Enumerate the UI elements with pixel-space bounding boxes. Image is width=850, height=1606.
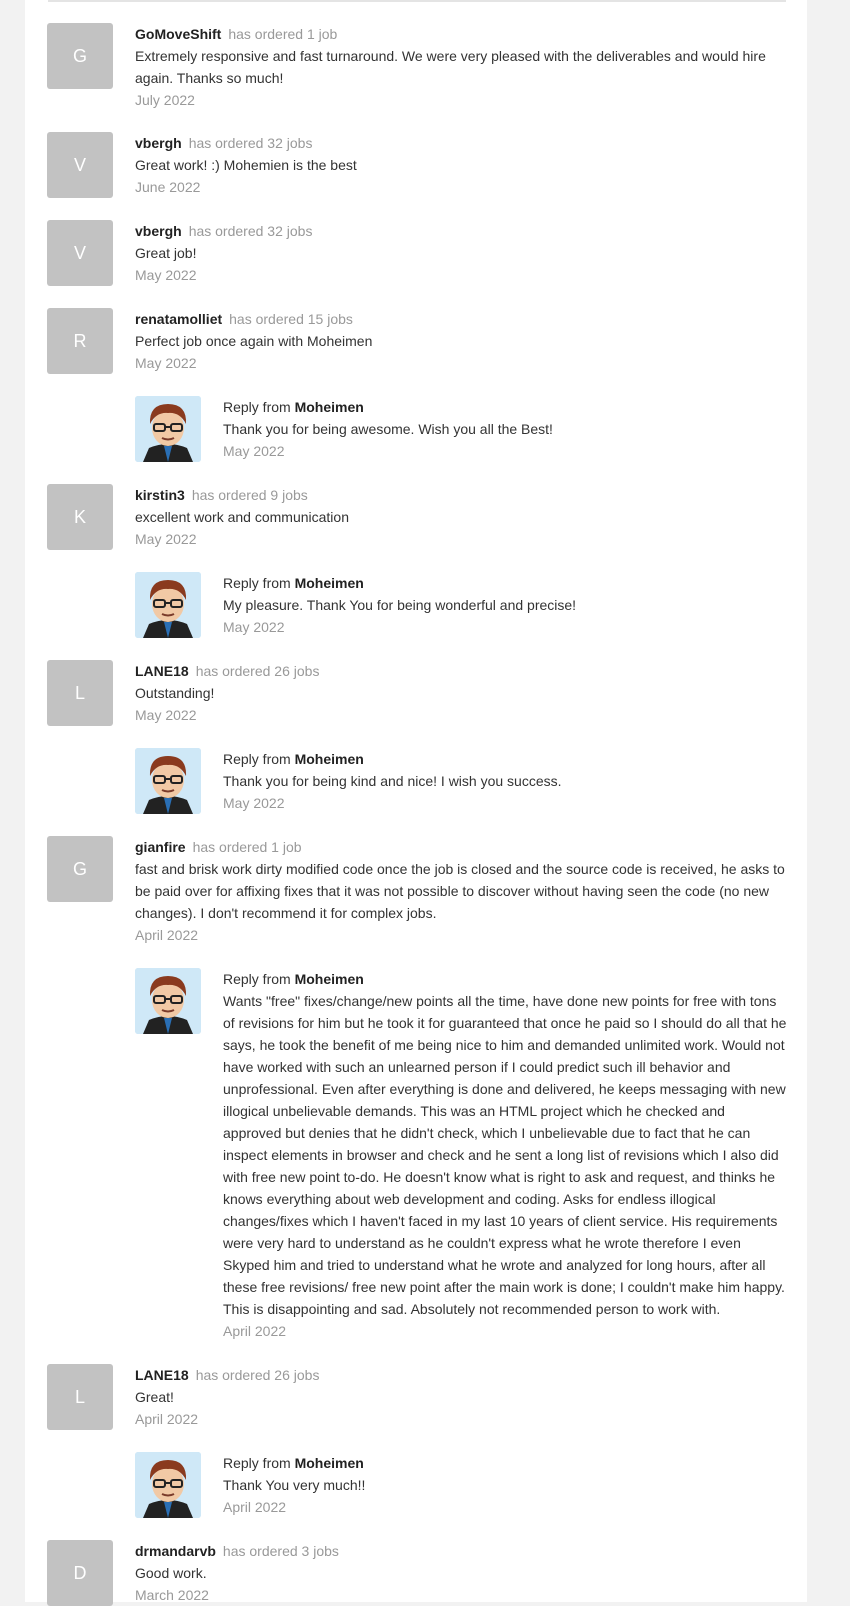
seller-name[interactable]: Moheimen: [295, 971, 364, 987]
seller-avatar[interactable]: [135, 396, 201, 462]
avatar[interactable]: D: [47, 1540, 113, 1606]
reply-label: Reply from: [223, 399, 291, 415]
review-text: excellent work and communication: [135, 509, 349, 525]
avatar[interactable]: G: [47, 836, 113, 902]
review-date: May 2022: [135, 531, 197, 547]
reply-label: Reply from: [223, 575, 291, 591]
review-date: May 2022: [135, 355, 197, 371]
avatar[interactable]: V: [47, 220, 113, 286]
username[interactable]: vbergh: [135, 223, 182, 239]
reply-label: Reply from: [223, 751, 291, 767]
reply-date: May 2022: [223, 443, 285, 459]
seller-avatar[interactable]: [135, 968, 201, 1034]
username[interactable]: LANE18: [135, 663, 189, 679]
seller-name[interactable]: Moheimen: [295, 575, 364, 591]
avatar[interactable]: G: [47, 23, 113, 89]
review-date: May 2022: [135, 267, 197, 283]
username[interactable]: drmandarvb: [135, 1543, 216, 1559]
username[interactable]: renatamolliet: [135, 311, 222, 327]
review-text: Perfect job once again with Moheimen: [135, 333, 373, 349]
username[interactable]: GoMoveShift: [135, 26, 221, 42]
order-count: has ordered 26 jobs: [195, 663, 320, 679]
reply-date: May 2022: [223, 619, 285, 635]
username[interactable]: LANE18: [135, 1367, 189, 1383]
review-text: Great!: [135, 1389, 174, 1405]
reply-label: Reply from: [223, 971, 291, 987]
reply-date: April 2022: [223, 1323, 287, 1339]
review-date: May 2022: [135, 707, 197, 723]
reply-text: Wants "free" fixes/change/new points all…: [223, 993, 787, 1317]
reply-text: Thank you for being awesome. Wish you al…: [223, 421, 553, 437]
seller-name[interactable]: Moheimen: [295, 399, 364, 415]
username[interactable]: vbergh: [135, 135, 182, 151]
review-text: Great work! :) Mohemien is the best: [135, 157, 357, 173]
reply-text: Thank you for being kind and nice! I wis…: [223, 773, 562, 789]
order-count: has ordered 15 jobs: [229, 311, 353, 327]
divider: [48, 0, 786, 2]
seller-avatar[interactable]: [135, 572, 201, 638]
review-date: June 2022: [135, 179, 201, 195]
order-count: has ordered 1 job: [192, 839, 302, 855]
reply-date: April 2022: [223, 1499, 287, 1515]
review-text: fast and brisk work dirty modified code …: [135, 861, 785, 921]
seller-avatar[interactable]: [135, 748, 201, 814]
avatar[interactable]: V: [47, 132, 113, 198]
order-count: has ordered 3 jobs: [222, 1543, 339, 1559]
order-count: has ordered 1 job: [228, 26, 338, 42]
order-count: has ordered 9 jobs: [191, 487, 308, 503]
review-date: March 2022: [135, 1587, 209, 1603]
review-text: Extremely responsive and fast turnaround…: [135, 48, 766, 86]
review-text: Outstanding!: [135, 685, 215, 701]
seller-avatar[interactable]: [135, 1452, 201, 1518]
review-text: Great job!: [135, 245, 197, 261]
seller-name[interactable]: Moheimen: [295, 751, 364, 767]
avatar[interactable]: L: [47, 660, 113, 726]
reply-text: Thank You very much!!: [223, 1477, 366, 1493]
review-date: April 2022: [135, 927, 199, 943]
username[interactable]: kirstin3: [135, 487, 185, 503]
avatar[interactable]: R: [47, 308, 113, 374]
review-date: July 2022: [135, 92, 195, 108]
review-date: April 2022: [135, 1411, 199, 1427]
order-count: has ordered 32 jobs: [188, 223, 313, 239]
reply-text: My pleasure. Thank You for being wonderf…: [223, 597, 577, 613]
order-count: has ordered 26 jobs: [195, 1367, 320, 1383]
order-count: has ordered 32 jobs: [188, 135, 313, 151]
seller-name[interactable]: Moheimen: [295, 1455, 364, 1471]
reply-date: May 2022: [223, 795, 285, 811]
review-text: Good work.: [135, 1565, 207, 1581]
avatar[interactable]: L: [47, 1364, 113, 1430]
reply-label: Reply from: [223, 1455, 291, 1471]
avatar[interactable]: K: [47, 484, 113, 550]
username[interactable]: gianfire: [135, 839, 186, 855]
